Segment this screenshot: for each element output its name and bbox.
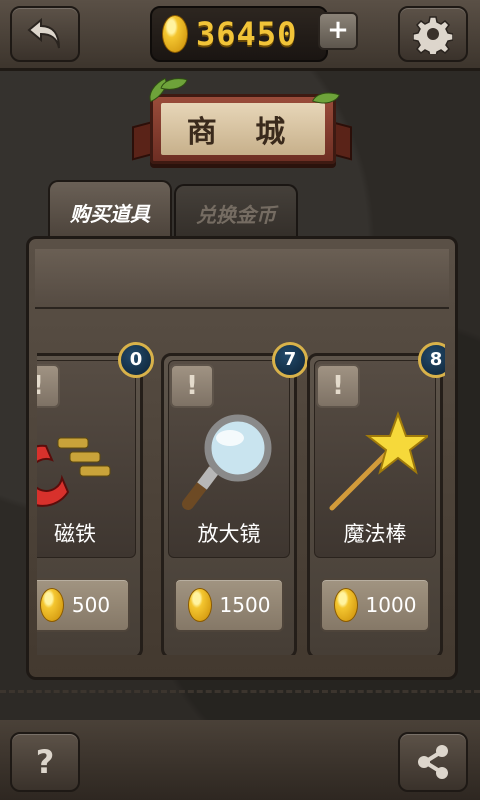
info-icon[interactable]: ! <box>37 364 60 408</box>
info-icon[interactable]: ! <box>316 364 360 408</box>
coin-icon <box>187 588 212 622</box>
top-bar: 36450 + <box>0 0 480 71</box>
buy-button[interactable]: 1500 <box>174 578 284 632</box>
magnifier-icon <box>182 414 272 510</box>
back-button[interactable] <box>10 6 80 62</box>
leaf-icon <box>160 73 188 95</box>
gear-icon <box>413 16 453 54</box>
info-icon[interactable]: ! <box>170 364 214 408</box>
share-button[interactable] <box>398 732 468 792</box>
magnet-icon <box>37 437 111 507</box>
item-price: 500 <box>71 593 111 617</box>
shop-panel: 0 ! 磁铁 500 7 ! 放 <box>26 236 458 680</box>
divider <box>0 690 480 693</box>
item-price: 1500 <box>219 593 271 617</box>
buy-button[interactable]: 500 <box>37 578 130 632</box>
item-price: 1000 <box>365 593 417 617</box>
coin-icon <box>162 15 188 53</box>
magic-wand-icon <box>329 411 428 511</box>
shop-banner: 商 城 <box>150 94 336 164</box>
add-coins-button[interactable]: + <box>318 12 358 50</box>
item-card-magnifier[interactable]: 7 ! 放大镜 1500 <box>161 342 308 655</box>
coin-balance: 36450 <box>150 6 328 62</box>
item-name: 磁铁 <box>54 522 96 546</box>
help-label: ? <box>35 743 55 781</box>
panel-header <box>35 249 449 309</box>
coin-icon <box>39 588 64 622</box>
share-icon <box>418 745 448 779</box>
items-scroll-area[interactable]: 0 ! 磁铁 500 7 ! 放 <box>37 339 445 655</box>
coin-amount: 36450 <box>196 15 298 53</box>
buy-button[interactable]: 1000 <box>320 578 430 632</box>
item-count-badge: 0 <box>118 342 154 378</box>
item-name: 放大镜 <box>197 522 261 546</box>
bottom-bar: ? <box>0 720 480 800</box>
item-card-magic-wand[interactable]: 8 ! 魔法棒 1000 <box>307 342 445 655</box>
tab-exchange-coins[interactable]: 兑换金币 <box>174 184 298 240</box>
item-name: 魔法棒 <box>343 522 407 546</box>
coin-icon <box>333 588 358 622</box>
page-title: 商 城 <box>161 103 325 155</box>
tab-buy-items[interactable]: 购买道具 <box>48 180 172 242</box>
back-arrow-icon <box>27 17 60 49</box>
item-count-badge: 7 <box>272 342 308 378</box>
settings-button[interactable] <box>398 6 468 62</box>
item-card-magnet[interactable]: 0 ! 磁铁 500 <box>37 342 154 655</box>
help-button[interactable]: ? <box>10 732 80 792</box>
